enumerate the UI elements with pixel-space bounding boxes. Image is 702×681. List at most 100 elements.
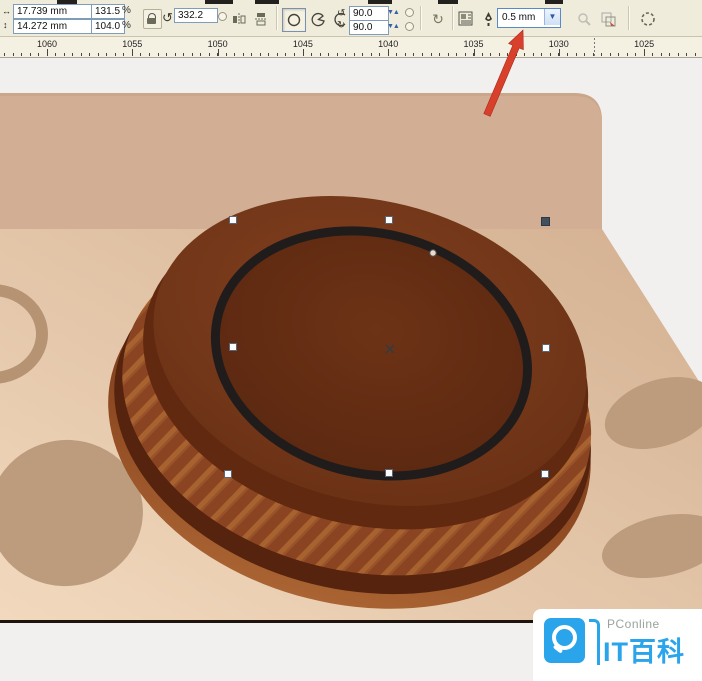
ruler-minor-tick: [362, 53, 364, 56]
ruler-minor-tick: [618, 53, 620, 56]
change-direction-button[interactable]: ↻: [428, 9, 448, 29]
degree-icon: [405, 8, 414, 17]
handle-bottom-left[interactable]: [224, 470, 232, 478]
outline-pen-icon: [482, 11, 495, 32]
ruler-minor-tick: [123, 53, 125, 56]
ruler-minor-tick: [80, 53, 82, 56]
ruler-minor-tick: [464, 53, 466, 56]
ruler-position-marker: [594, 38, 595, 56]
ruler-minor-tick: [268, 53, 270, 56]
ruler-minor-tick: [387, 53, 389, 56]
ruler-minor-tick: [421, 53, 423, 56]
ruler-minor-tick: [285, 53, 287, 56]
ruler-label: 1045: [292, 39, 313, 49]
drawing-canvas[interactable]: PConline IT百科: [0, 58, 702, 681]
percent-label: %: [122, 20, 131, 31]
ruler-minor-tick: [302, 53, 304, 56]
ruler-minor-tick: [38, 53, 40, 56]
degree-icon: [405, 22, 414, 31]
pie-button[interactable]: [308, 9, 328, 29]
shape-gray-icon: [577, 12, 591, 26]
ruler-minor-tick: [217, 53, 219, 56]
outline-width-value: 0.5 mm: [502, 12, 536, 23]
outline-width-dropdown[interactable]: 0.5 mm ▼: [497, 8, 561, 28]
ruler-minor-tick: [558, 53, 560, 56]
ruler-minor-tick: [97, 53, 99, 56]
mirror-vertical-icon: [255, 13, 267, 26]
start-angle-field[interactable]: 90.0: [349, 6, 389, 21]
ruler-minor-tick: [473, 53, 475, 56]
ruler-minor-tick: [294, 53, 296, 56]
ruler-minor-tick: [259, 53, 261, 56]
ruler-minor-tick: [345, 53, 347, 56]
cropped-icon: [545, 0, 563, 4]
handle-top-left[interactable]: [229, 216, 237, 224]
handle-bottom-middle[interactable]: [385, 469, 393, 477]
ruler-minor-tick: [353, 53, 355, 56]
rotation-field[interactable]: 332.2: [174, 8, 218, 23]
rotate-icon: ↺: [162, 10, 173, 25]
ellipse-node[interactable]: [429, 249, 437, 257]
cropped-icon: [255, 0, 279, 4]
ruler-minor-tick: [200, 53, 202, 56]
pie-icon: [311, 12, 325, 26]
wrap-text-icon: [458, 11, 473, 26]
ruler-minor-tick: [234, 53, 236, 56]
ruler-minor-tick: [311, 53, 313, 56]
watermark-title: IT百科: [603, 637, 685, 667]
convert-outline-button-disabled: [598, 9, 618, 29]
end-angle-spinner[interactable]: ▼▲: [387, 21, 401, 33]
ruler-minor-tick: [157, 53, 159, 56]
ruler-minor-tick: [669, 53, 671, 56]
ruler-minor-tick: [507, 53, 509, 56]
ruler-minor-tick: [481, 53, 483, 56]
horizontal-ruler[interactable]: 1060 1055 1050 1045 1040 1035 1030 1025: [0, 37, 702, 58]
ruler-minor-tick: [55, 53, 57, 56]
mirror-horizontal-button[interactable]: [229, 9, 249, 29]
handle-bottom-right[interactable]: [541, 470, 549, 478]
handle-top-right-dark[interactable]: [541, 217, 550, 226]
ruler-minor-tick: [601, 53, 603, 56]
ruler-minor-tick: [276, 53, 278, 56]
convert-outline-icon: [601, 12, 615, 26]
end-angle-field[interactable]: 90.0: [349, 20, 389, 35]
ruler-minor-tick: [694, 53, 696, 56]
wrap-text-button[interactable]: [456, 9, 476, 29]
ruler-minor-tick: [490, 53, 492, 56]
ruler-minor-tick: [498, 53, 500, 56]
ruler-minor-tick: [430, 53, 432, 56]
scale-y-field[interactable]: 104.0: [91, 19, 125, 34]
handle-middle-right[interactable]: [542, 344, 550, 352]
ruler-label: 1040: [378, 39, 399, 49]
ellipse-button[interactable]: [282, 8, 306, 32]
ruler-minor-tick: [370, 53, 372, 56]
lock-ratio-button[interactable]: [143, 9, 162, 29]
degree-icon: [218, 12, 227, 21]
ruler-minor-tick: [447, 53, 449, 56]
ruler-label: 1025: [634, 39, 655, 49]
percent-label: %: [122, 5, 131, 16]
ruler-minor-tick: [114, 53, 116, 56]
handle-middle-left[interactable]: [229, 343, 237, 351]
object-height-icon: ↕: [3, 20, 8, 30]
ruler-minor-tick: [106, 53, 108, 56]
ruler-minor-tick: [379, 53, 381, 56]
ruler-minor-tick: [4, 53, 5, 56]
scale-x-field[interactable]: 131.5: [91, 4, 125, 19]
mirror-horizontal-icon: [233, 13, 246, 25]
magnifier-badge-icon: [544, 618, 585, 663]
ruler-minor-tick: [652, 53, 654, 56]
ruler-minor-tick: [225, 53, 227, 56]
free-transform-button[interactable]: [638, 9, 658, 29]
ruler-minor-tick: [404, 53, 406, 56]
chevron-down-icon[interactable]: ▼: [544, 9, 560, 25]
ruler-minor-tick: [566, 53, 568, 56]
start-angle-spinner[interactable]: ▼▲: [387, 7, 401, 19]
mirror-vertical-button[interactable]: [251, 9, 271, 29]
handle-top-middle[interactable]: [385, 216, 393, 224]
ruler-label: 1055: [122, 39, 143, 49]
ruler-minor-tick: [251, 53, 253, 56]
ruler-minor-tick: [635, 53, 637, 56]
ruler-minor-tick: [328, 53, 330, 56]
ruler-minor-tick: [21, 53, 23, 56]
